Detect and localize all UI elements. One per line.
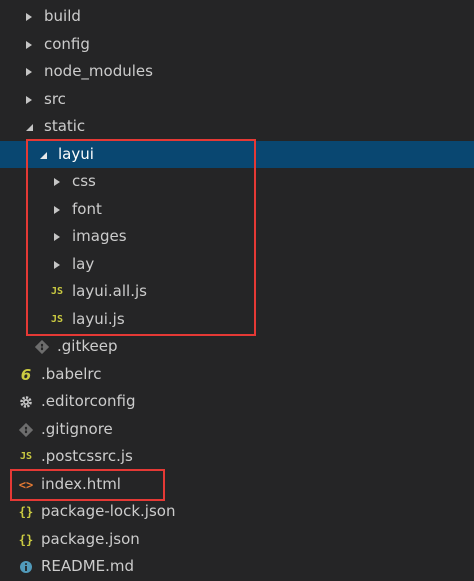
tree-item-readme-md[interactable]: README.md <box>0 553 474 580</box>
chevron-right-icon <box>50 201 64 219</box>
tree-item-src[interactable]: src <box>0 86 474 113</box>
tree-item-label: .babelrc <box>41 365 102 383</box>
chevron-down-icon <box>36 146 50 164</box>
tree-item-label: package-lock.json <box>41 502 176 520</box>
git-icon <box>33 338 51 356</box>
chevron-right-icon <box>50 256 64 274</box>
chevron-right-icon <box>50 228 64 246</box>
chevron-right-icon <box>22 36 36 54</box>
chevron-right-icon <box>22 8 36 26</box>
tree-item-layui-js[interactable]: JS layui.js <box>0 306 474 333</box>
tree-item-font[interactable]: font <box>0 196 474 223</box>
tree-item-label: layui.js <box>72 310 125 328</box>
tree-item-label: font <box>72 200 102 218</box>
tree-item-static[interactable]: static <box>0 113 474 140</box>
tree-item-label: config <box>44 35 90 53</box>
chevron-down-icon <box>22 118 36 136</box>
json-file-icon: {} <box>18 504 34 519</box>
tree-item-layui-all-js[interactable]: JS layui.all.js <box>0 278 474 305</box>
tree-item-build[interactable]: build <box>0 3 474 30</box>
tree-item-config[interactable]: config <box>0 31 474 58</box>
tree-item-label: layui <box>58 145 94 163</box>
tree-item-label: src <box>44 90 66 108</box>
tree-item-label: .gitkeep <box>57 337 118 355</box>
tree-item-label: .gitignore <box>41 420 113 438</box>
tree-item-label: layui.all.js <box>72 282 147 300</box>
tree-item-postcssrc-js[interactable]: JS .postcssrc.js <box>0 443 474 470</box>
chevron-right-icon <box>22 91 36 109</box>
tree-item-label: css <box>72 172 96 190</box>
tree-item-images[interactable]: images <box>0 223 474 250</box>
tree-item-lay[interactable]: lay <box>0 251 474 278</box>
tree-item-label: .editorconfig <box>41 392 136 410</box>
file-explorer-tree: build config node_modules src static lay… <box>0 0 474 581</box>
tree-item-package-json[interactable]: {} package.json <box>0 526 474 553</box>
tree-item-editorconfig[interactable]: .editorconfig <box>0 388 474 415</box>
tree-item-gitignore[interactable]: .gitignore <box>0 416 474 443</box>
tree-item-label: .postcssrc.js <box>41 447 133 465</box>
tree-item-layui[interactable]: layui <box>0 141 474 168</box>
chevron-right-icon <box>22 63 36 81</box>
javascript-file-icon: JS <box>50 286 64 297</box>
tree-item-package-lock-json[interactable]: {} package-lock.json <box>0 498 474 525</box>
tree-item-babelrc[interactable]: 6 .babelrc <box>0 361 474 388</box>
tree-item-gitkeep[interactable]: .gitkeep <box>0 333 474 360</box>
html-file-icon: <> <box>18 477 34 492</box>
gear-icon <box>17 393 35 411</box>
javascript-file-icon: JS <box>50 314 64 325</box>
json-file-icon: {} <box>18 532 34 547</box>
tree-item-label: README.md <box>41 557 135 575</box>
tree-item-node-modules[interactable]: node_modules <box>0 58 474 85</box>
javascript-file-icon: JS <box>19 451 33 462</box>
git-icon <box>17 421 35 439</box>
tree-item-label: index.html <box>41 475 121 493</box>
tree-item-label: node_modules <box>44 62 153 80</box>
tree-item-label: lay <box>72 255 95 273</box>
tree-item-label: package.json <box>41 530 140 548</box>
tree-item-label: static <box>44 117 86 135</box>
babel-icon: 6 <box>20 365 32 384</box>
tree-item-css[interactable]: css <box>0 168 474 195</box>
tree-item-index-html[interactable]: <> index.html <box>0 471 474 498</box>
tree-item-label: images <box>72 227 127 245</box>
tree-item-label: build <box>44 7 81 25</box>
info-icon <box>17 558 35 576</box>
chevron-right-icon <box>50 173 64 191</box>
